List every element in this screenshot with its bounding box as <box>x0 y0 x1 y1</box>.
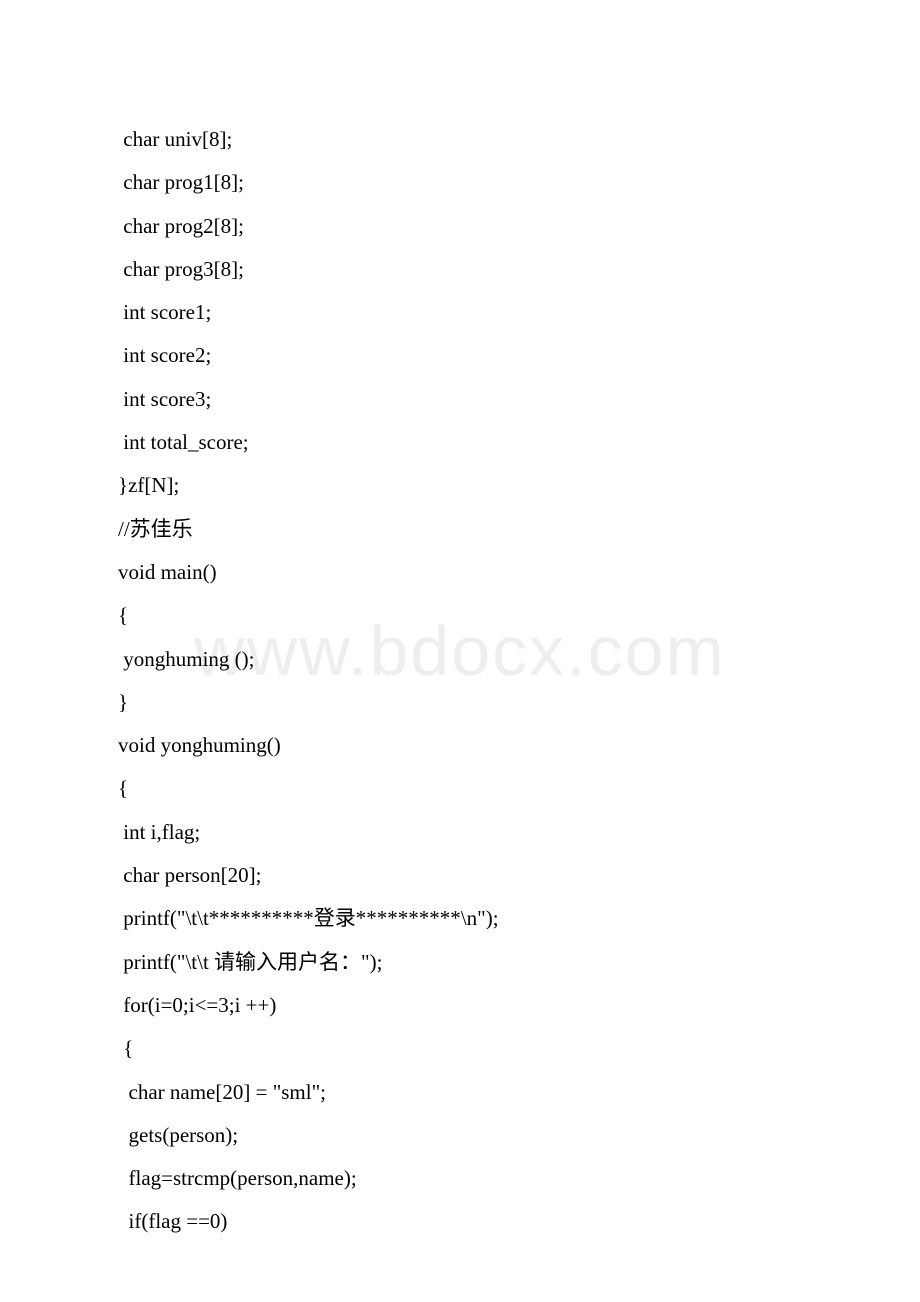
code-line: char person[20]; <box>118 854 800 897</box>
code-line: } <box>118 681 800 724</box>
code-line: char univ[8]; <box>118 118 800 161</box>
code-line: int score3; <box>118 378 800 421</box>
code-line: int i,flag; <box>118 811 800 854</box>
code-line: yonghuming (); <box>118 638 800 681</box>
code-line: }zf[N]; <box>118 464 800 507</box>
code-line: printf("\t\t 请输入用户名："); <box>118 941 800 984</box>
code-line: //苏佳乐 <box>118 508 800 551</box>
code-line: char prog2[8]; <box>118 205 800 248</box>
code-line: int score2; <box>118 334 800 377</box>
code-line: char prog3[8]; <box>118 248 800 291</box>
code-line: gets(person); <box>118 1114 800 1157</box>
code-line: void yonghuming() <box>118 724 800 767</box>
code-line: if(flag ==0) <box>118 1200 800 1243</box>
code-line: printf("\t\t**********登录**********\n"); <box>118 897 800 940</box>
code-line: { <box>118 767 800 810</box>
code-content: char univ[8]; char prog1[8]; char prog2[… <box>0 0 920 1244</box>
code-line: { <box>118 1027 800 1070</box>
code-line: int total_score; <box>118 421 800 464</box>
code-line: char name[20] = "sml"; <box>118 1071 800 1114</box>
code-line: { <box>118 594 800 637</box>
code-line: int score1; <box>118 291 800 334</box>
code-line: char prog1[8]; <box>118 161 800 204</box>
code-line: for(i=0;i<=3;i ++) <box>118 984 800 1027</box>
code-line: void main() <box>118 551 800 594</box>
code-line: flag=strcmp(person,name); <box>118 1157 800 1200</box>
